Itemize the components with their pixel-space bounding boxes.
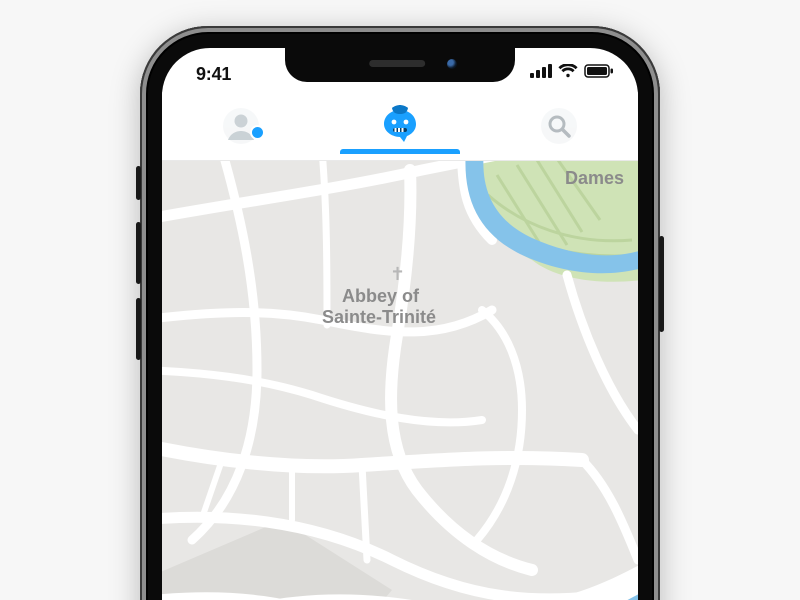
tab-mascot[interactable]: [350, 98, 450, 154]
notch: [285, 48, 515, 82]
map-label-abbey-1: Abbey of: [342, 286, 419, 307]
silence-switch: [136, 166, 141, 200]
map-label-dames: Dames: [565, 168, 624, 189]
tab-profile[interactable]: [191, 98, 291, 154]
active-tab-indicator: [340, 149, 460, 154]
screen: 9:41: [162, 48, 638, 600]
top-tab-bar: [162, 92, 638, 160]
phone-frame: 9:41: [140, 26, 660, 600]
search-icon: [540, 107, 578, 145]
map-label-abbey-2: Sainte-Trinité: [322, 307, 436, 328]
cellular-icon: [530, 64, 552, 78]
power-button: [659, 236, 664, 332]
status-time: 9:41: [196, 64, 231, 85]
map-view[interactable]: Dames ✝ Abbey of Sainte-Trinité: [162, 160, 638, 600]
tab-search[interactable]: [509, 98, 609, 154]
volume-up-button: [136, 222, 141, 284]
wifi-icon: [558, 64, 578, 78]
volume-down-button: [136, 298, 141, 360]
battery-icon: [584, 64, 614, 78]
notification-dot: [250, 125, 265, 140]
church-icon: ✝: [390, 264, 405, 285]
mascot-icon: [376, 102, 424, 150]
